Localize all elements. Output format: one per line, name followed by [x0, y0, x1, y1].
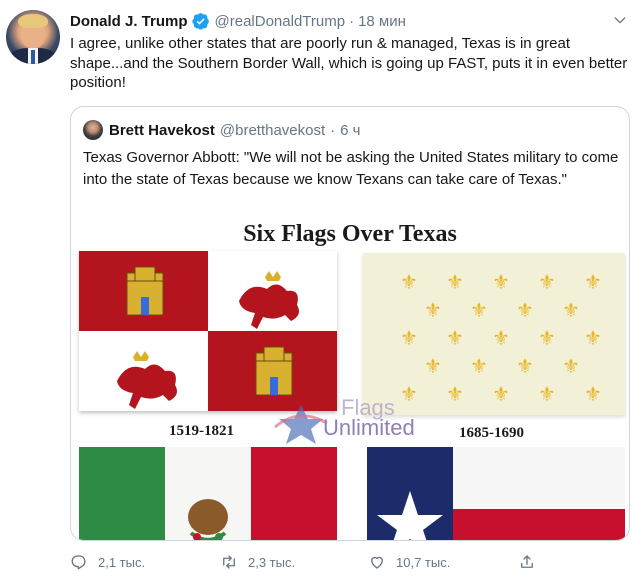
quote-media-image[interactable]: Six Flags Over Texas 1519-1821 ⚜ ⚜ ⚜ ⚜ ⚜… — [71, 215, 629, 540]
quote-text: Texas Governor Abbott: "We will not be a… — [83, 149, 619, 188]
quote-author-avatar — [83, 120, 103, 140]
watermark-logo: Flags Unlimited — [271, 395, 431, 455]
quote-author-handle: @bretthavekost — [219, 121, 326, 139]
quote-time: 6 ч — [340, 121, 361, 139]
svg-text:⚜: ⚜ — [492, 270, 510, 294]
media-title: Six Flags Over Texas — [243, 221, 457, 247]
author-avatar[interactable] — [6, 10, 60, 64]
svg-text:⚜: ⚜ — [584, 270, 602, 294]
svg-text:⚜: ⚜ — [470, 354, 488, 378]
share-button[interactable] — [518, 552, 546, 572]
retweet-button[interactable]: 2,3 тыс. — [220, 552, 295, 572]
verified-badge-icon — [191, 13, 209, 30]
flag-spain — [79, 251, 337, 411]
flag-mexico — [79, 447, 337, 540]
svg-text:⚜: ⚜ — [492, 326, 510, 350]
flag-caption-spain: 1519-1821 — [169, 423, 234, 439]
castle-icon — [126, 266, 164, 316]
svg-text:⚜: ⚜ — [492, 382, 510, 406]
svg-text:⚜: ⚜ — [446, 326, 464, 350]
watermark-star-icon — [274, 405, 328, 444]
svg-text:⚜: ⚜ — [400, 270, 418, 294]
separator-dot: · — [349, 12, 355, 30]
svg-text:⚜: ⚜ — [424, 354, 442, 378]
svg-text:⚜: ⚜ — [516, 354, 534, 378]
quoted-tweet[interactable]: Brett Havekost @bretthavekost · 6 ч Texa… — [70, 106, 630, 541]
like-count: 10,7 тыс. — [396, 554, 451, 570]
svg-text:⚜: ⚜ — [446, 270, 464, 294]
castle-icon — [255, 346, 293, 396]
quote-separator-dot: · — [330, 121, 336, 139]
svg-text:⚜: ⚜ — [446, 382, 464, 406]
caret-down-icon[interactable] — [612, 12, 628, 28]
reply-count: 2,1 тыс. — [98, 554, 146, 570]
author-handle[interactable]: @realDonaldTrump — [215, 13, 346, 30]
flag-texas — [367, 447, 625, 540]
retweet-count: 2,3 тыс. — [248, 554, 296, 570]
share-icon — [521, 555, 533, 568]
author-name[interactable]: Donald J. Trump — [70, 13, 188, 30]
like-button[interactable]: 10,7 тыс. — [368, 552, 450, 572]
tweet-actions: 2,1 тыс. 2,3 тыс. 10,7 тыс. — [70, 552, 630, 572]
svg-text:⚜: ⚜ — [562, 298, 580, 322]
svg-text:⚜: ⚜ — [424, 298, 442, 322]
svg-text:⚜: ⚜ — [538, 270, 556, 294]
like-icon — [371, 556, 383, 569]
svg-text:⚜: ⚜ — [400, 326, 418, 350]
flag-caption-france: 1685-1690 — [459, 425, 524, 441]
svg-text:⚜: ⚜ — [584, 326, 602, 350]
reply-icon — [71, 555, 86, 570]
reply-button[interactable]: 2,1 тыс. — [70, 552, 145, 572]
retweet-icon — [223, 555, 235, 569]
quote-author-name: Brett Havekost — [109, 121, 215, 139]
svg-text:⚜: ⚜ — [516, 298, 534, 322]
quote-header: Brett Havekost @bretthavekost · 6 ч — [83, 119, 360, 141]
svg-text:⚜: ⚜ — [538, 382, 556, 406]
tweet-header: Donald J. Trump @realDonaldTrump · 18 ми… — [70, 11, 406, 31]
flag-france: ⚜ ⚜ ⚜ ⚜ ⚜ ⚜ ⚜ ⚜ ⚜ ⚜ ⚜ ⚜ ⚜ ⚜ ⚜ ⚜ ⚜ ⚜ ⚜ ⚜ ⚜ ⚜ ⚜ — [363, 253, 625, 415]
svg-text:⚜: ⚜ — [584, 382, 602, 406]
svg-text:⚜: ⚜ — [562, 354, 580, 378]
tweet: Donald J. Trump @realDonaldTrump · 18 ми… — [0, 0, 638, 579]
tweet-time[interactable]: 18 мин — [358, 13, 406, 30]
watermark-line2: Unlimited — [323, 415, 415, 440]
tweet-text: I agree, unlike other states that are po… — [70, 35, 628, 91]
svg-text:⚜: ⚜ — [470, 298, 488, 322]
svg-text:⚜: ⚜ — [538, 326, 556, 350]
